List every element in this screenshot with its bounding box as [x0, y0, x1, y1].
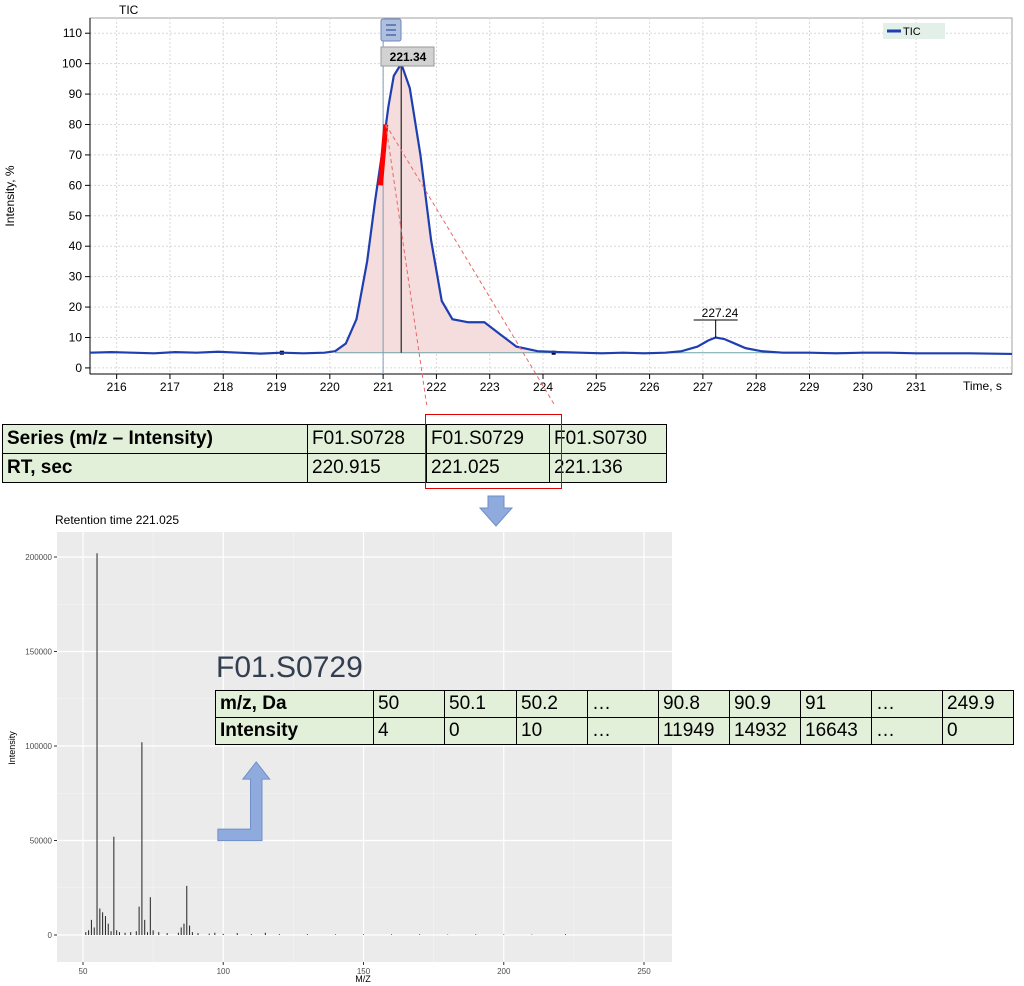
spectrum-x-tick-label: 200 — [497, 967, 511, 976]
tic-peak-label-box: 221.34 — [380, 46, 435, 67]
tic-x-tick-label: 227 — [693, 380, 713, 394]
tic-peak-label: 221.34 — [390, 50, 427, 64]
tic-x-tick-label: 229 — [799, 380, 819, 394]
table-row: RT, sec 220.915 221.025 221.136 — [2, 453, 667, 483]
tic-legend-label: TIC — [903, 26, 921, 38]
tic-y-tick-label: 90 — [69, 87, 83, 101]
tic-x-tick-label: 221 — [373, 380, 393, 394]
table-cell: 0 — [942, 717, 1014, 745]
tic-x-tick-label: 230 — [853, 380, 873, 394]
spectrum-y-tick-label: 100000 — [25, 742, 52, 751]
tic-y-tick-label: 10 — [69, 330, 83, 344]
tic-x-tick-label: 231 — [906, 380, 926, 394]
tic-y-tick-label: 40 — [69, 239, 83, 253]
tic-x-tick-label: 225 — [586, 380, 606, 394]
table-cell: 50.1 — [444, 690, 517, 718]
spectrum-y-tick-label: 0 — [48, 931, 53, 940]
tic-y-tick-label: 0 — [75, 361, 82, 375]
table-cell: 221.136 — [549, 453, 667, 483]
tic-plot-area — [89, 17, 1013, 375]
spectrum-title: Retention time 221.025 — [55, 513, 180, 527]
series-table: Series (m/z – Intensity) F01.S0728 F01.S… — [2, 424, 667, 483]
tic-x-tick-label: 222 — [426, 380, 446, 394]
turn-up-arrow-icon — [217, 761, 271, 842]
spectrum-x-label: M/Z — [355, 974, 371, 984]
table-cell: 90.8 — [658, 690, 730, 718]
table-cell: 11949 — [658, 717, 730, 745]
tic-legend: TIC — [883, 23, 945, 39]
table-cell: F01.S0728 — [307, 424, 427, 454]
spectrum-y-tick-label: 150000 — [25, 648, 52, 657]
tic-y-tick-label: 20 — [69, 300, 83, 314]
table-cell: … — [587, 690, 659, 718]
table-cell: 249.9 — [942, 690, 1014, 718]
spectrum-series-label: F01.S0729 — [216, 651, 363, 684]
tic-x-tick-label: 226 — [640, 380, 660, 394]
spectrum-x-tick-label: 250 — [637, 967, 651, 976]
tic-title: TIC — [119, 3, 139, 17]
table-row: Series (m/z – Intensity) F01.S0728 F01.S… — [2, 424, 667, 454]
table-cell: 91 — [800, 690, 872, 718]
table-row: Intensity 4 0 10 … 11949 14932 16643 … 0 — [215, 717, 1014, 745]
spectrum-y-label: Intensity — [7, 731, 17, 765]
table-cell: 14932 — [729, 717, 801, 745]
table-cell: 220.915 — [307, 453, 427, 483]
tic-y-tick-label: 60 — [69, 178, 83, 192]
tic-chart: TIC 216 217 218 219 220 221 222 223 224 225 226 227… — [3, 3, 1013, 405]
table-cell: … — [587, 717, 659, 745]
tic-x-tick-label: 223 — [480, 380, 500, 394]
table-cell: 50 — [373, 690, 445, 718]
spectrum-y-tick-label: 50000 — [30, 837, 53, 846]
selected-column-box — [425, 414, 562, 489]
table-cell: 50.2 — [516, 690, 588, 718]
tic-x-tick-label: 220 — [320, 380, 340, 394]
tic-x-tick-label: 218 — [213, 380, 233, 394]
table-cell: 90.9 — [729, 690, 801, 718]
table-cell: … — [871, 690, 943, 718]
tic-y-tick-label: 50 — [69, 209, 83, 223]
tic-x-tick-label: 219 — [267, 380, 287, 394]
table-row: m/z, Da 50 50.1 50.2 … 90.8 90.9 91 … 24… — [215, 690, 1014, 718]
table-cell: 16643 — [800, 717, 872, 745]
spectrum-y-tick-label: 200000 — [25, 553, 52, 562]
tic-peak2-label: 227.24 — [702, 306, 739, 320]
table-header-cell: RT, sec — [2, 453, 308, 483]
tic-y-tick-label: 110 — [63, 26, 82, 40]
tic-y-label: Intensity, % — [3, 165, 17, 226]
table-header-cell: Intensity — [215, 717, 374, 745]
table-header-cell: m/z, Da — [215, 690, 374, 718]
tic-y-tick-label: 30 — [69, 270, 83, 284]
tic-x-tick-label: 224 — [533, 380, 553, 394]
tic-y-tick-label: 80 — [69, 117, 83, 131]
tic-cursor-handle[interactable] — [380, 18, 402, 42]
spectrum-table: m/z, Da 50 50.1 50.2 … 90.8 90.9 91 … 24… — [215, 690, 1014, 745]
tic-x-tick-label: 217 — [160, 380, 180, 394]
table-cell: 4 — [373, 717, 445, 745]
tic-x-tick-label: 228 — [746, 380, 766, 394]
table-cell: F01.S0730 — [549, 424, 667, 454]
spectrum-x-tick-label: 50 — [79, 967, 88, 976]
tic-y-tick-label: 70 — [69, 148, 83, 162]
spectrum-x-tick-label: 100 — [217, 967, 231, 976]
tic-x-label: Time, s — [963, 379, 1002, 393]
table-cell: 0 — [444, 717, 517, 745]
spectrum-panel — [57, 532, 672, 962]
tic-y-tick-label: 100 — [62, 57, 82, 71]
tic-x-tick-label: 216 — [107, 380, 127, 394]
table-cell: 10 — [516, 717, 588, 745]
table-header-cell: Series (m/z – Intensity) — [2, 424, 308, 454]
table-cell: … — [871, 717, 943, 745]
spectrum-chart: 50 100 150 200 250050000100000150000200000 I… — [7, 532, 672, 984]
